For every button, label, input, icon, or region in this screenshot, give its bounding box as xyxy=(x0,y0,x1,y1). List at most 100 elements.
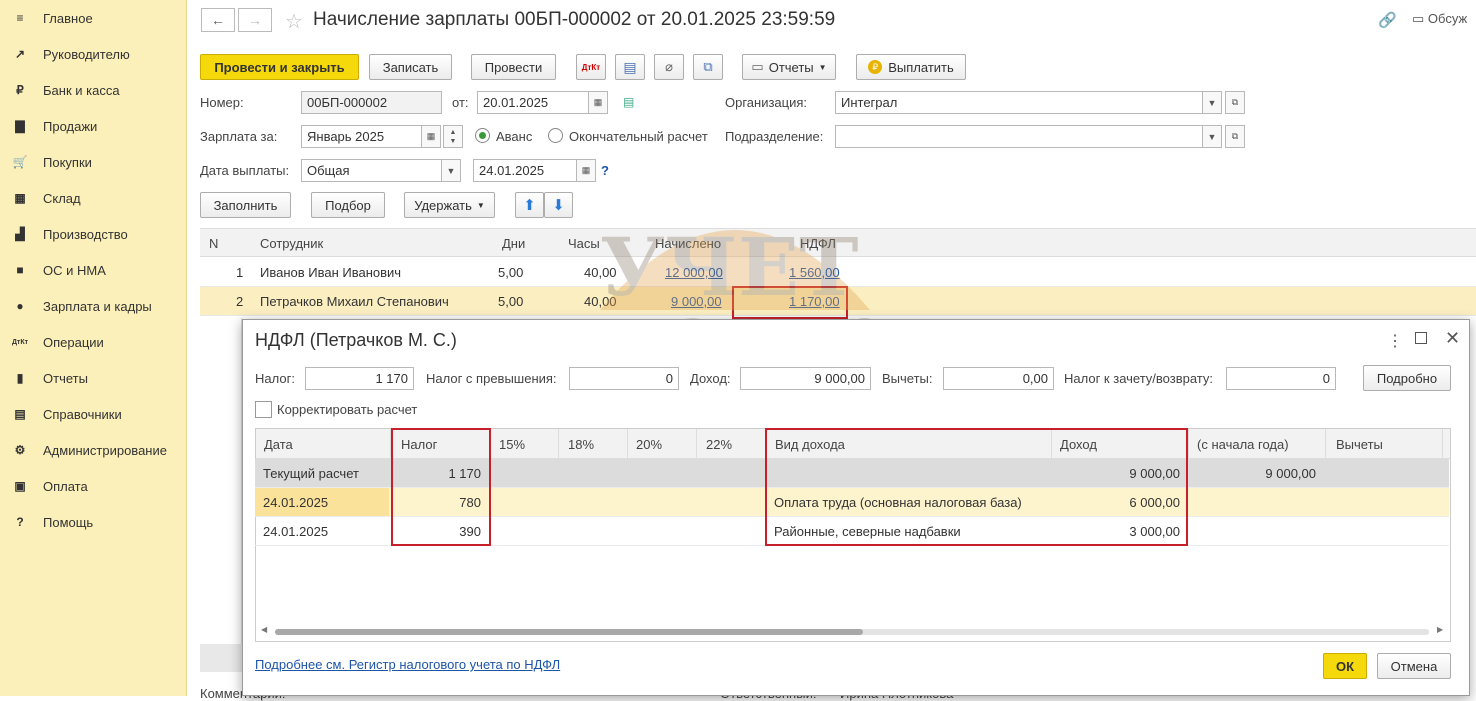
sidebar-item[interactable]: ▤ Справочники xyxy=(0,396,187,432)
back-button[interactable]: ← xyxy=(201,8,235,32)
sidebar-item[interactable]: 🛒 Покупки xyxy=(0,144,187,180)
calendar-icon[interactable]: ▦ xyxy=(588,91,608,114)
reports-button[interactable]: ▭ Отчеты ▼ xyxy=(742,54,836,80)
sidebar-item[interactable]: ● Зарплата и кадры xyxy=(0,288,187,324)
col-n: N xyxy=(209,236,219,251)
col-15: 15% xyxy=(499,437,526,452)
star-icon[interactable]: ☆ xyxy=(285,9,303,34)
cell-accrued-link[interactable]: 12 000,00 xyxy=(665,265,723,280)
sidebar-item-label: Справочники xyxy=(43,406,122,422)
cell-hours: 40,00 xyxy=(584,265,617,280)
dt-kt-icon: ДтКт xyxy=(581,62,601,72)
dropdown-icon[interactable]: ▼ xyxy=(1202,125,1222,148)
discuss-button[interactable]: ▭ Обсуж xyxy=(1412,11,1467,27)
cell-n: 1 xyxy=(236,265,244,280)
tax-field[interactable]: 1 170 xyxy=(305,367,414,390)
dt-kt-button[interactable]: ДтКт xyxy=(576,54,606,80)
arrow-left-icon: ← xyxy=(211,12,225,28)
col-employee: Сотрудник xyxy=(260,236,324,251)
register-link[interactable]: Подробнее см. Регистр налогового учета п… xyxy=(255,657,560,672)
sidebar-item-label: Зарплата и кадры xyxy=(43,298,152,314)
sidebar-item-label: Руководителю xyxy=(43,46,130,62)
paydate-field[interactable]: 24.01.2025 xyxy=(473,159,577,182)
paydate-type-field[interactable]: Общая xyxy=(301,159,442,182)
excess-field[interactable]: 0 xyxy=(569,367,679,390)
pay-button[interactable]: ₽ Выплатить xyxy=(856,54,966,80)
cell-date: Текущий расчет xyxy=(263,466,359,481)
dropdown-arrow-icon: ▼ xyxy=(818,62,827,72)
move-up-button[interactable]: ⬆ xyxy=(515,192,544,218)
cell-ytd: 9 000,00 xyxy=(1265,466,1316,481)
cell-accrued-link[interactable]: 9 000,00 xyxy=(671,294,722,309)
chart-icon: ▮ xyxy=(16,371,24,385)
final-radio[interactable] xyxy=(548,128,563,143)
grid-header: N Сотрудник Дни Часы Начислено НДФЛ xyxy=(200,228,1476,257)
sidebar-item[interactable]: ДтКт Операции xyxy=(0,324,187,360)
cell-employee: Петрачков Михаил Степанович xyxy=(260,294,449,309)
cancel-button[interactable]: Отмена xyxy=(1377,653,1451,679)
excess-label: Налог с превышения: xyxy=(426,371,557,386)
calendar-icon[interactable]: ▦ xyxy=(421,125,441,148)
sidebar-item-label: Производство xyxy=(43,226,128,242)
sidebar-item[interactable]: ▮ Отчеты xyxy=(0,360,187,396)
sidebar-item[interactable]: ₽ Банк и касса xyxy=(0,72,187,108)
offset-field[interactable]: 0 xyxy=(1226,367,1336,390)
deductions-field[interactable]: 0,00 xyxy=(943,367,1054,390)
date-field[interactable]: 20.01.2025 xyxy=(477,91,589,114)
sidebar-item[interactable]: ? Помощь xyxy=(0,504,187,540)
post-close-button[interactable]: Провести и закрыть xyxy=(200,54,359,80)
sidebar-item[interactable]: ⚙ Администрирование xyxy=(0,432,187,468)
structure-button[interactable]: ⧉ xyxy=(693,54,723,80)
col-accrued: Начислено xyxy=(655,236,722,251)
sidebar-item[interactable]: ▦ Склад xyxy=(0,180,187,216)
ok-button[interactable]: ОК xyxy=(1323,653,1367,679)
details-button[interactable]: Подробно xyxy=(1363,365,1451,391)
dropdown-icon[interactable]: ▼ xyxy=(1202,91,1222,114)
attach-button[interactable]: ⌀ xyxy=(654,54,684,80)
dept-field[interactable] xyxy=(835,125,1203,148)
sidebar-item[interactable]: ↗ Руководителю xyxy=(0,36,187,72)
col-ndfl: НДФЛ xyxy=(800,236,836,251)
sidebar-item[interactable]: ≡ Главное xyxy=(0,0,187,36)
sidebar-item-label: Операции xyxy=(43,334,104,350)
document-list-button[interactable]: ▤ xyxy=(615,54,645,80)
cell-ndfl-link[interactable]: 1 560,00 xyxy=(789,265,840,280)
post-button[interactable]: Провести xyxy=(471,54,556,80)
sidebar-item[interactable]: ▣ Оплата xyxy=(0,468,187,504)
scrollbar-thumb[interactable] xyxy=(275,629,863,635)
scroll-left-icon[interactable]: ◀ xyxy=(261,625,267,634)
sidebar-item[interactable]: ▇ Продажи xyxy=(0,108,187,144)
period-field[interactable]: Январь 2025 xyxy=(301,125,422,148)
open-icon[interactable]: ⧉ xyxy=(1225,125,1245,148)
post-history-icon[interactable]: ▤ xyxy=(623,95,634,109)
correct-checkbox[interactable] xyxy=(255,401,272,418)
dept-label: Подразделение: xyxy=(725,129,824,144)
open-icon[interactable]: ⧉ xyxy=(1225,91,1245,114)
list-icon: ▤ xyxy=(623,58,637,75)
sidebar-item[interactable]: ▟ Производство xyxy=(0,216,187,252)
scroll-right-icon[interactable]: ▶ xyxy=(1437,625,1443,634)
calendar-icon[interactable]: ▦ xyxy=(576,159,596,182)
table-row[interactable]: 1 Иванов Иван Иванович 5,00 40,00 12 000… xyxy=(200,258,1476,287)
number-field[interactable]: 00БП-000002 xyxy=(301,91,442,114)
income-field[interactable]: 9 000,00 xyxy=(740,367,871,390)
hierarchy-icon: ⧉ xyxy=(703,59,713,74)
link-icon[interactable]: 🔗 xyxy=(1378,11,1397,29)
fill-button[interactable]: Заполнить xyxy=(200,192,291,218)
select-button[interactable]: Подбор xyxy=(311,192,385,218)
close-icon[interactable]: ✕ xyxy=(1445,328,1460,349)
stepper-icon[interactable]: ▲ ▼ xyxy=(443,125,463,148)
advance-radio[interactable] xyxy=(475,128,490,143)
cell-employee: Иванов Иван Иванович xyxy=(260,265,402,280)
help-icon[interactable]: ? xyxy=(601,163,609,178)
more-icon[interactable]: ⋮ xyxy=(1387,331,1403,351)
dropdown-icon[interactable]: ▼ xyxy=(441,159,461,182)
save-button[interactable]: Записать xyxy=(369,54,452,80)
sidebar-item[interactable]: ■ ОС и НМА xyxy=(0,252,187,288)
move-down-button[interactable]: ⬇ xyxy=(544,192,573,218)
org-field[interactable]: Интеграл xyxy=(835,91,1203,114)
maximize-icon[interactable] xyxy=(1415,332,1427,344)
withhold-button[interactable]: Удержать ▼ xyxy=(404,192,495,218)
forward-button[interactable]: → xyxy=(238,8,272,32)
person-icon: ● xyxy=(16,299,24,313)
